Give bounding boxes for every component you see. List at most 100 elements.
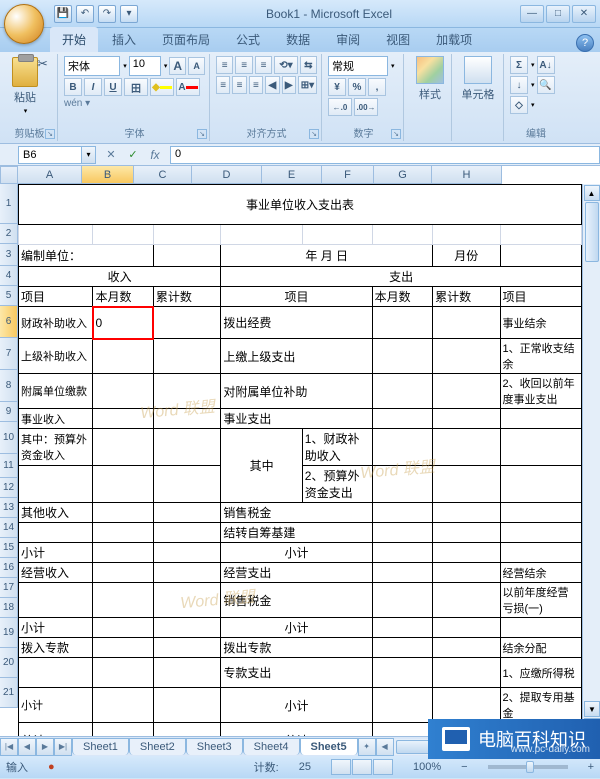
row-header[interactable]: 16: [0, 558, 18, 578]
cell[interactable]: 支出: [221, 267, 582, 287]
cell[interactable]: 小计: [19, 688, 93, 723]
cell[interactable]: [19, 583, 93, 618]
cell[interactable]: [500, 523, 581, 543]
cell[interactable]: [372, 225, 432, 245]
column-header[interactable]: G: [374, 166, 432, 184]
cells-button[interactable]: 单元格: [458, 56, 498, 116]
cell[interactable]: [433, 307, 500, 339]
chevron-down-icon[interactable]: ▾: [391, 62, 395, 70]
cell[interactable]: [372, 543, 432, 563]
cell[interactable]: 项目: [19, 287, 93, 307]
cell[interactable]: [302, 225, 372, 245]
row-header[interactable]: 14: [0, 518, 18, 538]
cell[interactable]: 专款支出: [221, 658, 372, 688]
cell[interactable]: [93, 429, 153, 466]
cell[interactable]: [153, 503, 220, 523]
font-name-select[interactable]: 宋体: [64, 56, 120, 76]
cell[interactable]: 2、预算外资金支出: [302, 466, 372, 503]
align-top-button[interactable]: ≡: [216, 56, 233, 74]
close-button[interactable]: ✕: [572, 5, 596, 23]
cell[interactable]: 经营支出: [221, 563, 372, 583]
formula-input[interactable]: 0: [170, 146, 600, 164]
tab-home[interactable]: 开始: [50, 27, 98, 52]
cell[interactable]: [93, 466, 153, 503]
hscroll-left[interactable]: ◀: [376, 738, 394, 756]
cell[interactable]: [433, 466, 500, 503]
cell[interactable]: [153, 618, 220, 638]
row-header[interactable]: 6: [0, 306, 18, 338]
cell[interactable]: [372, 563, 432, 583]
sheet-nav-prev[interactable]: ◀: [18, 738, 36, 756]
italic-button[interactable]: I: [84, 78, 102, 96]
qat-save-button[interactable]: 💾: [54, 5, 72, 23]
cell[interactable]: 项目: [221, 287, 372, 307]
cell[interactable]: 拨出专款: [221, 638, 372, 658]
row-header[interactable]: 1: [0, 184, 18, 224]
cell[interactable]: [372, 583, 432, 618]
sheet-tab[interactable]: Sheet4: [243, 738, 300, 755]
cell[interactable]: 月份: [433, 245, 500, 267]
increase-indent-button[interactable]: ▶: [282, 76, 296, 94]
decrease-decimal-button[interactable]: .00→: [354, 98, 378, 116]
cell[interactable]: [372, 339, 432, 374]
cell[interactable]: [93, 409, 153, 429]
view-normal-button[interactable]: [331, 759, 351, 775]
cell[interactable]: [372, 409, 432, 429]
cell[interactable]: 经营结余: [500, 563, 581, 583]
cell[interactable]: [433, 543, 500, 563]
column-header[interactable]: A: [18, 166, 82, 184]
cell[interactable]: [372, 466, 432, 503]
cell[interactable]: 上缴上级支出: [221, 339, 372, 374]
qat-more-button[interactable]: ▾: [120, 5, 138, 23]
cell[interactable]: [433, 503, 500, 523]
cell[interactable]: [221, 225, 302, 245]
cell[interactable]: [153, 466, 220, 503]
qat-undo-button[interactable]: ↶: [76, 5, 94, 23]
cell[interactable]: 小计: [19, 543, 93, 563]
cell[interactable]: 附属单位缴款: [19, 374, 93, 409]
cell[interactable]: [19, 225, 93, 245]
tab-review[interactable]: 审阅: [324, 27, 372, 52]
cell[interactable]: [93, 339, 153, 374]
orientation-button[interactable]: ⟲▾: [274, 56, 297, 74]
cell[interactable]: 经营收入: [19, 563, 93, 583]
new-sheet-button[interactable]: ✦: [358, 738, 376, 756]
column-header[interactable]: F: [322, 166, 374, 184]
cell[interactable]: [93, 523, 153, 543]
row-header[interactable]: 13: [0, 498, 18, 518]
row-header[interactable]: 7: [0, 338, 18, 370]
cell[interactable]: 事业收入: [19, 409, 93, 429]
cell[interactable]: 拨出经费: [221, 307, 372, 339]
select-all-corner[interactable]: [0, 166, 18, 184]
sheet-tab[interactable]: Sheet2: [129, 738, 186, 755]
cell[interactable]: [153, 374, 220, 409]
increase-decimal-button[interactable]: ←.0: [328, 98, 352, 116]
sheet-nav-first[interactable]: |◀: [0, 738, 18, 756]
tab-page-layout[interactable]: 页面布局: [150, 27, 222, 52]
cell[interactable]: 小计: [19, 618, 93, 638]
cell[interactable]: [372, 374, 432, 409]
cell[interactable]: 总计: [19, 723, 93, 737]
row-header[interactable]: 20: [0, 648, 18, 678]
cell[interactable]: 总计: [221, 723, 372, 737]
merge-button[interactable]: ⊞▾: [298, 76, 317, 94]
grow-font-button[interactable]: A: [169, 57, 186, 75]
cell[interactable]: [372, 723, 432, 737]
clipboard-expand[interactable]: ↘: [45, 129, 55, 139]
find-button[interactable]: 🔍: [537, 76, 555, 94]
cell[interactable]: 1、财政补助收入: [302, 429, 372, 466]
fill-color-button[interactable]: ◆: [150, 78, 174, 96]
row-header[interactable]: 3: [0, 244, 18, 266]
comma-button[interactable]: ,: [368, 78, 386, 96]
cell[interactable]: [500, 429, 581, 466]
sheet-tab[interactable]: Sheet1: [72, 738, 129, 755]
cell[interactable]: 小计: [221, 688, 372, 723]
align-left-button[interactable]: ≡: [216, 76, 230, 94]
cell[interactable]: [153, 523, 220, 543]
number-format-select[interactable]: 常规: [328, 56, 388, 76]
cell[interactable]: [153, 429, 220, 466]
qat-redo-button[interactable]: ↷: [98, 5, 116, 23]
cell[interactable]: 收入: [19, 267, 221, 287]
cell[interactable]: 对附属单位补助: [221, 374, 372, 409]
zoom-level[interactable]: 100%: [413, 761, 441, 773]
